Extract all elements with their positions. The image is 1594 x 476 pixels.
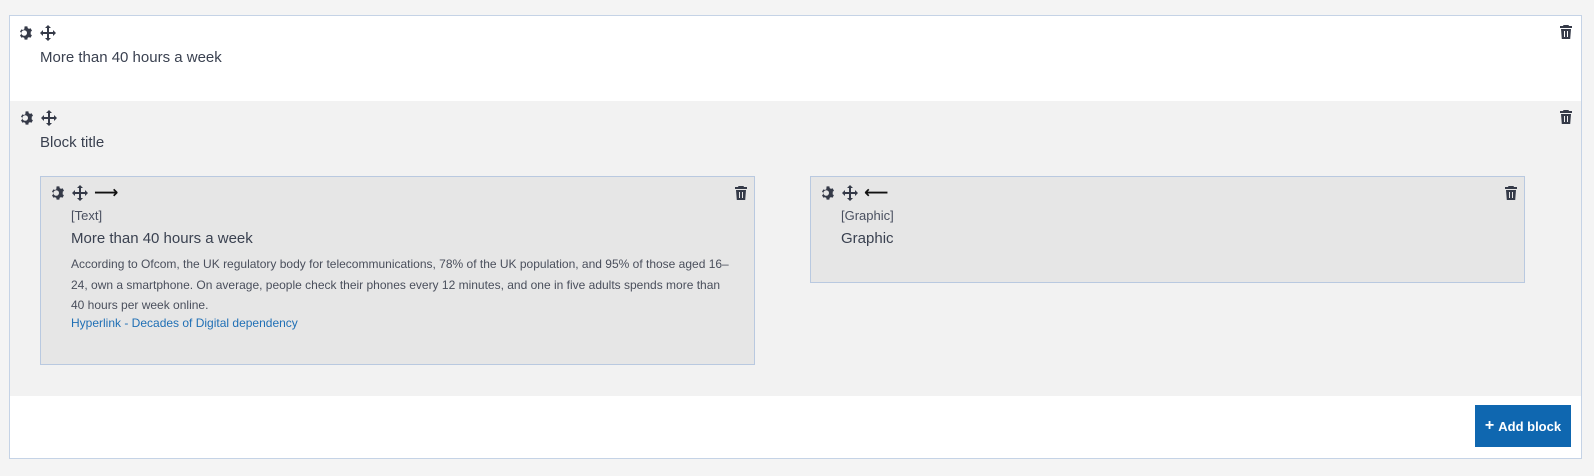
add-block-button[interactable]: + Add block — [1475, 405, 1571, 447]
arrow-left-icon[interactable]: ⟵ — [864, 185, 888, 202]
trash-icon[interactable] — [733, 185, 749, 201]
trash-icon[interactable] — [1503, 185, 1519, 201]
block-type-tag: [Graphic] — [841, 208, 894, 223]
block-title: More than 40 hours a week — [40, 49, 222, 66]
trash-icon[interactable] — [1558, 109, 1574, 125]
gear-icon[interactable] — [820, 185, 836, 201]
block-controls — [18, 25, 56, 41]
hyperlink[interactable]: Hyperlink - Decades of Digital dependenc… — [71, 316, 298, 330]
move-arrows-icon[interactable] — [842, 185, 858, 201]
subblock-title: More than 40 hours a week — [71, 230, 253, 247]
arrow-right-icon[interactable]: ⟶ — [94, 185, 118, 202]
block-type-tag: [Text] — [71, 208, 103, 223]
content-block-2: Block title ⟶ [Text] More than 40 hours … — [9, 101, 1582, 397]
add-block-bar: + Add block — [9, 396, 1582, 459]
plus-icon: + — [1484, 417, 1495, 434]
gear-icon[interactable] — [19, 110, 35, 126]
add-block-label: Add block — [1498, 418, 1562, 434]
content-block-1: More than 40 hours a week — [9, 15, 1582, 102]
block-controls — [19, 110, 57, 126]
gear-icon[interactable] — [50, 185, 66, 201]
subblock-controls: ⟵ — [820, 185, 888, 202]
move-arrows-icon[interactable] — [72, 185, 88, 201]
block-title: Block title — [40, 134, 105, 151]
move-arrows-icon[interactable] — [41, 110, 57, 126]
subblock-body-text: According to Ofcom, the UK regulatory bo… — [71, 257, 729, 312]
graphic-subblock: ⟵ [Graphic] Graphic — [810, 176, 1525, 283]
subblock-title: Graphic — [841, 230, 894, 247]
trash-icon[interactable] — [1558, 24, 1574, 40]
text-subblock: ⟶ [Text] More than 40 hours a week Accor… — [40, 176, 755, 365]
move-arrows-icon[interactable] — [40, 25, 56, 41]
gear-icon[interactable] — [18, 25, 34, 41]
subblock-controls: ⟶ — [50, 185, 118, 202]
